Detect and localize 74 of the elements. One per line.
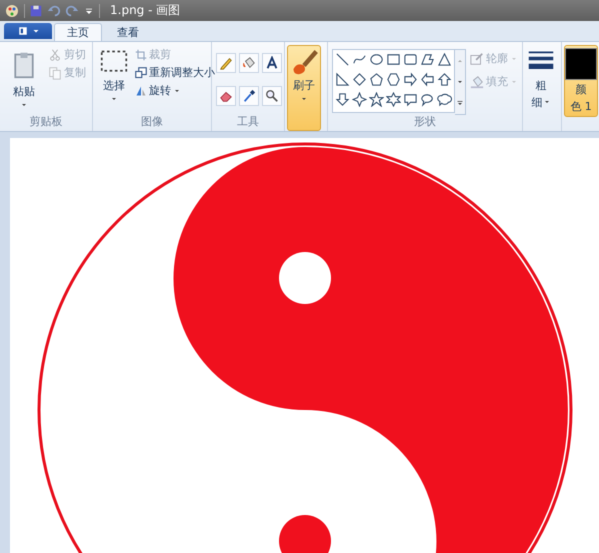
shape-outline-icon xyxy=(335,72,350,87)
shape-tool[interactable] xyxy=(420,92,435,109)
shape-outline-icon xyxy=(437,52,452,67)
group-label: 图像 xyxy=(140,115,164,130)
group-label: 工具 xyxy=(236,115,260,130)
resize-squares-icon xyxy=(135,66,147,78)
eyedropper-icon xyxy=(242,88,256,102)
ribbon-tab[interactable]: 主页 xyxy=(54,23,102,41)
shape-tool[interactable] xyxy=(420,72,435,89)
pen-outline-icon xyxy=(470,52,484,66)
file-menu-button[interactable] xyxy=(4,23,52,39)
save-button[interactable] xyxy=(29,4,43,18)
paint-bucket-icon xyxy=(242,56,256,70)
brushes-button[interactable]: 刷子 xyxy=(287,45,321,131)
shape-outline-icon xyxy=(420,72,435,87)
shape-tool[interactable] xyxy=(403,72,418,89)
expand-icon xyxy=(456,99,464,108)
paint-bucket-icon xyxy=(470,74,484,88)
shape-tool[interactable] xyxy=(369,92,384,109)
document-icon xyxy=(16,25,28,37)
group-label: 形状 xyxy=(413,115,437,130)
size-button[interactable]: 粗 细 xyxy=(525,45,557,113)
letter-a-icon xyxy=(265,56,279,70)
shape-outline-icon xyxy=(335,52,350,67)
pencil-tool[interactable] xyxy=(216,53,236,73)
paint-palette-icon xyxy=(4,2,20,18)
caret-icon xyxy=(32,27,40,35)
color-swatch xyxy=(565,48,597,80)
shape-outline-icon xyxy=(352,92,367,107)
paste-button[interactable]: 粘贴 xyxy=(4,45,44,115)
shape-tool[interactable] xyxy=(352,92,367,109)
caret-icon xyxy=(300,95,308,103)
shape-outline-icon xyxy=(420,92,435,107)
shape-outline-icon xyxy=(403,52,418,67)
shape-outline-icon xyxy=(403,92,418,107)
rotate-triangle-icon xyxy=(135,84,147,96)
window-title: 1.png - 画图 xyxy=(110,2,180,19)
shape-tool[interactable] xyxy=(437,92,452,109)
shape-outline-icon xyxy=(386,92,401,107)
shape-outline-icon xyxy=(369,72,384,87)
copy-pages-icon xyxy=(48,66,62,80)
pencil-icon xyxy=(219,56,233,70)
ribbon-tab[interactable]: 查看 xyxy=(104,23,152,41)
fill-tool[interactable] xyxy=(239,53,259,73)
shape-outline-icon xyxy=(420,52,435,67)
shape-outline-icon xyxy=(369,52,384,67)
magnifier-tool[interactable] xyxy=(262,86,282,106)
shape-outline-icon xyxy=(437,72,452,87)
shape-outline-icon xyxy=(369,92,384,107)
text-tool[interactable] xyxy=(262,53,282,73)
shape-outline-icon xyxy=(403,72,418,87)
group-label: 剪贴板 xyxy=(28,115,64,130)
shape-outline-icon xyxy=(386,72,401,87)
shape-outline-icon xyxy=(335,92,350,107)
shape-tool[interactable] xyxy=(403,92,418,109)
caret-icon xyxy=(542,98,550,106)
redo-arrow-icon xyxy=(65,4,79,18)
select-button[interactable]: 选择 xyxy=(97,45,131,115)
scissors-icon xyxy=(48,48,62,62)
magnifier-icon xyxy=(265,88,279,102)
undo-arrow-icon xyxy=(47,4,61,18)
resize-button[interactable]: 重新调整大小 xyxy=(135,65,215,80)
shape-outline-icon xyxy=(386,52,401,67)
color-picker-tool[interactable] xyxy=(239,86,259,106)
crop-icon xyxy=(135,48,147,60)
caret-icon xyxy=(110,95,118,103)
color-1-button[interactable]: 颜 色 1 xyxy=(564,45,598,117)
shape-outline-icon xyxy=(352,72,367,87)
shape-outline-icon xyxy=(437,92,452,107)
rotate-button[interactable]: 旋转 xyxy=(135,83,215,98)
eraser-tool[interactable] xyxy=(216,86,236,106)
expand-gallery-button[interactable] xyxy=(456,99,464,108)
shape-tool[interactable] xyxy=(386,92,401,109)
caret-icon xyxy=(20,101,28,109)
